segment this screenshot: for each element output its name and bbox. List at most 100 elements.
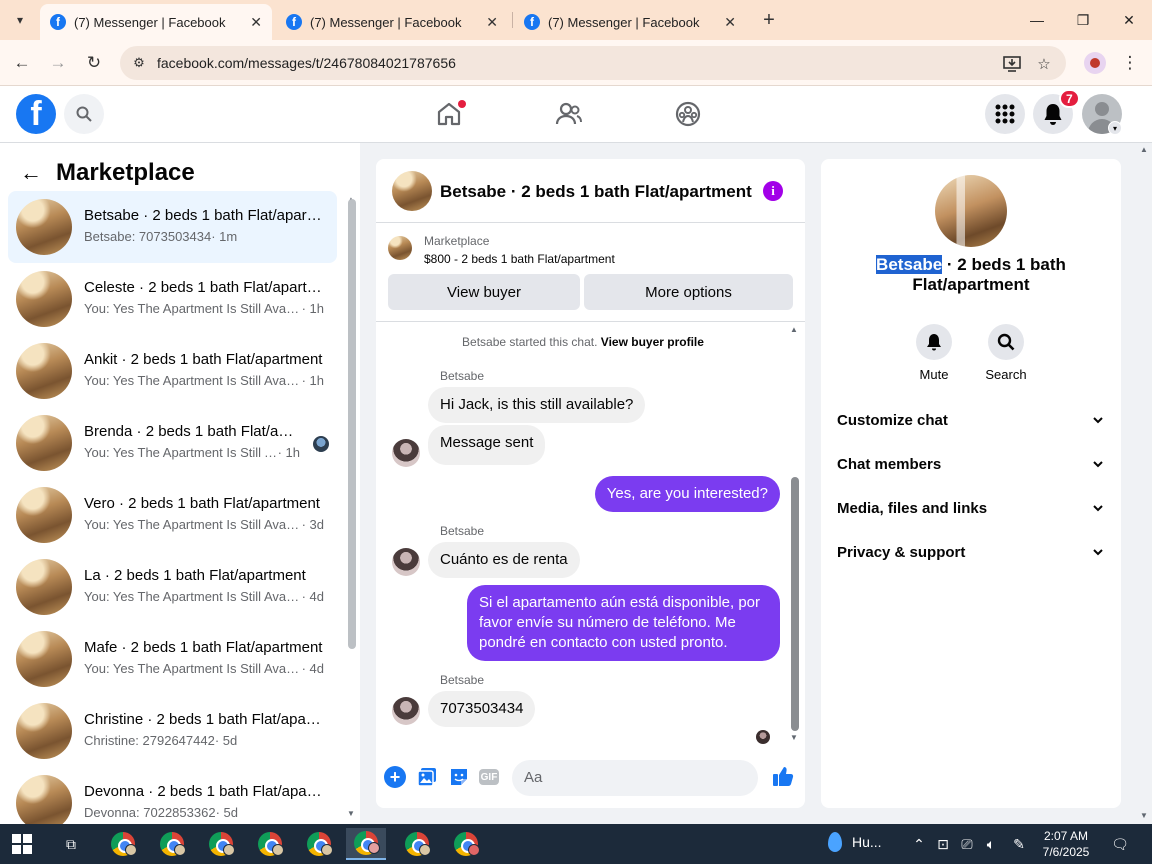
thumbs-up-icon[interactable]: [772, 765, 794, 787]
system-text: Betsabe started this chat.: [462, 335, 598, 349]
forward-icon[interactable]: →: [46, 51, 70, 75]
scroll-down-arrow-icon[interactable]: ▼: [1140, 811, 1148, 820]
mute-action[interactable]: Mute: [904, 324, 964, 382]
groups-nav-icon[interactable]: [672, 98, 704, 130]
view-buyer-profile-link[interactable]: View buyer profile: [601, 335, 704, 349]
more-options-button[interactable]: More options: [584, 274, 793, 310]
close-tab-icon[interactable]: ✕: [724, 14, 736, 31]
device-icon[interactable]: ⊡: [934, 834, 952, 854]
network-icon[interactable]: ⎚: [958, 834, 976, 854]
sender-avatar[interactable]: [392, 697, 420, 725]
listing-image[interactable]: [935, 175, 1007, 247]
site-info-icon[interactable]: ⚙: [130, 54, 148, 72]
preview-text: You: Yes The Apartment Is Still Availabl…: [84, 661, 302, 676]
sidebar-scrollbar[interactable]: [348, 199, 356, 649]
page-scrollbar[interactable]: ▲ ▼: [1137, 143, 1152, 824]
message-bubble-outgoing[interactable]: Si el apartamento aún está disponible, p…: [467, 585, 780, 661]
chrome-taskbar-app[interactable]: [152, 828, 192, 860]
search-icon[interactable]: [988, 324, 1024, 360]
privacy-support-section[interactable]: Privacy & support: [837, 537, 1105, 567]
conversation-item[interactable]: Christine · 2 beds 1 bath Flat/apartment…: [8, 695, 337, 767]
chrome-taskbar-app[interactable]: [397, 828, 437, 860]
search-facebook-button[interactable]: [64, 94, 104, 134]
listing-title[interactable]: $800 - 2 beds 1 bath Flat/apartment: [424, 252, 615, 266]
gif-icon[interactable]: GIF: [479, 769, 499, 785]
restore-icon[interactable]: ❐: [1071, 8, 1095, 32]
conversation-item[interactable]: Celeste · 2 beds 1 bath Flat/apartment Y…: [8, 263, 337, 335]
friends-nav-icon[interactable]: [553, 98, 585, 130]
new-tab-icon[interactable]: +: [758, 8, 780, 32]
message-bubble-incoming[interactable]: 7073503434: [428, 691, 536, 727]
install-app-icon[interactable]: [1002, 54, 1022, 74]
volume-icon[interactable]: 🔈︎: [982, 834, 1000, 854]
scroll-up-arrow-icon[interactable]: ▲: [790, 325, 798, 334]
view-buyer-button[interactable]: View buyer: [388, 274, 580, 310]
chrome-taskbar-app[interactable]: [103, 828, 143, 860]
back-icon[interactable]: ←: [10, 51, 34, 75]
task-view-icon[interactable]: ⧉: [60, 834, 82, 854]
profile-icon[interactable]: [1084, 52, 1106, 74]
url-text[interactable]: facebook.com/messages/t/2467808402178765…: [157, 55, 456, 71]
message-bubble-outgoing[interactable]: Yes, are you interested?: [594, 476, 780, 512]
bookmark-star-icon[interactable]: ☆: [1034, 54, 1054, 74]
conversation-item[interactable]: Ankit · 2 beds 1 bath Flat/apartment You…: [8, 335, 337, 407]
action-center-icon[interactable]: 🗨︎: [1110, 834, 1130, 854]
sender-avatar[interactable]: [392, 548, 420, 576]
menu-grid-button[interactable]: [985, 94, 1025, 134]
chat-scrollbar[interactable]: [791, 477, 799, 731]
pen-icon[interactable]: ✎: [1010, 834, 1028, 854]
weather-text: Hu...: [852, 834, 882, 850]
scroll-up-arrow-icon[interactable]: ▲: [1140, 145, 1148, 154]
tab-search-dropdown-icon[interactable]: ▾: [8, 8, 32, 32]
chat-title[interactable]: Betsabe · 2 beds 1 bath Flat/apartment: [440, 182, 752, 202]
conversation-item[interactable]: La · 2 beds 1 bath Flat/apartment You: Y…: [8, 551, 337, 623]
chrome-taskbar-app-active[interactable]: [346, 828, 386, 860]
chrome-taskbar-app[interactable]: [201, 828, 241, 860]
conversation-item[interactable]: Devonna · 2 beds 1 bath Flat/apartment D…: [8, 767, 337, 824]
sender-avatar[interactable]: [392, 439, 420, 467]
chrome-taskbar-app[interactable]: [299, 828, 339, 860]
scroll-down-arrow-icon[interactable]: ▼: [790, 733, 798, 742]
show-hidden-icons-icon[interactable]: ⌃: [910, 834, 928, 854]
search-action[interactable]: Search: [976, 324, 1036, 382]
message-input[interactable]: [524, 769, 714, 786]
windows-start-icon[interactable]: [12, 834, 32, 854]
message-bubble-incoming[interactable]: Cuánto es de renta: [428, 542, 580, 578]
message-input-container[interactable]: [512, 760, 758, 796]
chevron-down-icon[interactable]: ▾: [1108, 121, 1122, 135]
chrome-taskbar-app[interactable]: [250, 828, 290, 860]
minimize-icon[interactable]: —: [1025, 8, 1049, 32]
browser-tab-3[interactable]: f (7) Messenger | Facebook ✕: [514, 4, 746, 40]
chrome-taskbar-app[interactable]: [446, 828, 486, 860]
weather-widget[interactable]: Hu...: [828, 832, 882, 852]
scroll-down-arrow-icon[interactable]: ▼: [347, 809, 355, 818]
close-tab-icon[interactable]: ✕: [486, 14, 498, 31]
address-bar[interactable]: ⚙ facebook.com/messages/t/24678084021787…: [120, 46, 1066, 80]
conversation-item[interactable]: Mafe · 2 beds 1 bath Flat/apartment You:…: [8, 623, 337, 695]
system-clock[interactable]: 2:07 AM 7/6/2025: [1037, 828, 1095, 860]
plus-icon[interactable]: +: [384, 766, 406, 788]
sticker-icon[interactable]: [448, 766, 470, 788]
info-icon[interactable]: i: [763, 181, 783, 201]
conversation-item[interactable]: Betsabe · 2 beds 1 bath Flat/apartment B…: [8, 191, 337, 263]
browser-menu-icon[interactable]: ⋮: [1120, 52, 1140, 74]
photo-icon[interactable]: [416, 766, 438, 788]
chat-members-section[interactable]: Chat members: [837, 449, 1105, 479]
back-arrow-icon[interactable]: ←: [20, 160, 42, 186]
browser-tab-1[interactable]: f (7) Messenger | Facebook ✕: [40, 4, 272, 40]
close-window-icon[interactable]: ✕: [1117, 8, 1141, 32]
conversation-item[interactable]: Vero · 2 beds 1 bath Flat/apartment You:…: [8, 479, 337, 551]
reload-icon[interactable]: ↻: [82, 51, 106, 75]
conversation-item[interactable]: Brenda · 2 beds 1 bath Flat/apartment Yo…: [8, 407, 337, 479]
facebook-logo-icon[interactable]: f: [16, 94, 56, 134]
bell-icon[interactable]: [916, 324, 952, 360]
marketplace-listing-card: Marketplace $800 - 2 beds 1 bath Flat/ap…: [376, 224, 805, 322]
close-tab-icon[interactable]: ✕: [250, 14, 262, 31]
media-files-links-section[interactable]: Media, files and links: [837, 493, 1105, 523]
chat-thumbnail[interactable]: [392, 171, 432, 211]
listing-thumbnail: [16, 487, 72, 543]
message-bubble-incoming[interactable]: Hi Jack, is this still available?: [428, 387, 646, 423]
customize-chat-section[interactable]: Customize chat: [837, 405, 1105, 435]
browser-tab-2[interactable]: f (7) Messenger | Facebook ✕: [276, 4, 508, 40]
message-bubble-incoming[interactable]: Message sent: [428, 425, 546, 465]
